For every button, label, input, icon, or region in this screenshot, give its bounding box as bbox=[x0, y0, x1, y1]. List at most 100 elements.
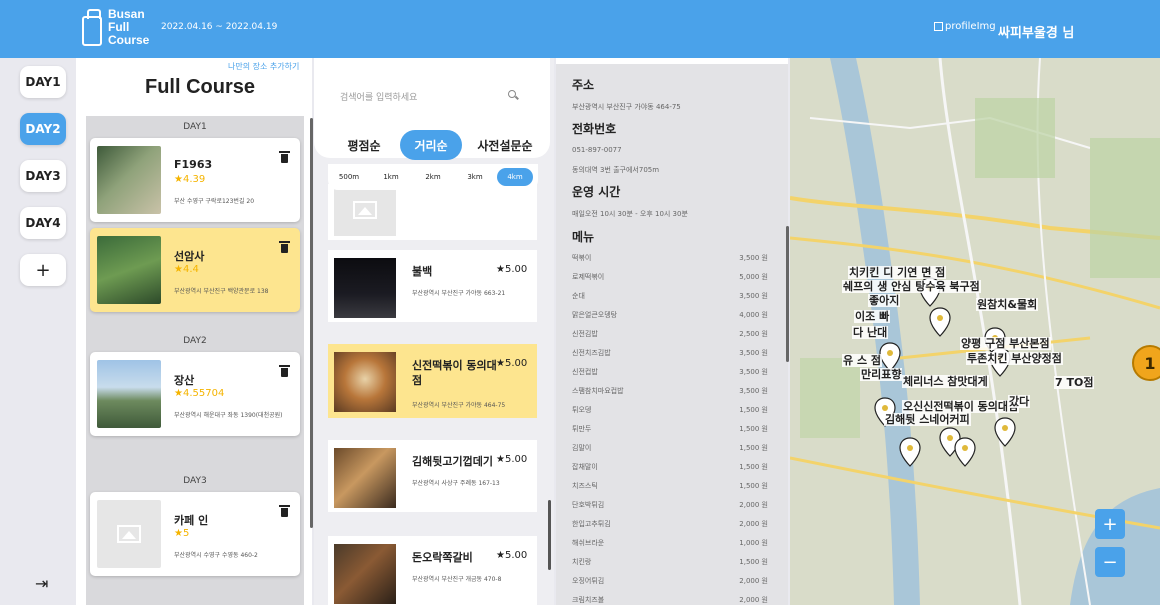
trash-icon[interactable] bbox=[279, 505, 290, 517]
course-place-card[interactable]: 선암사 ★4.4 부산광역시 부산진구 백양관문로 138 bbox=[90, 228, 300, 312]
course-place-card[interactable]: 카페 인 ★5 부산광역시 수영구 수영동 460-2 bbox=[90, 492, 300, 576]
map-poi-label[interactable]: 만리표향 bbox=[860, 368, 903, 381]
course-list[interactable]: DAY1 F1963 ★4.39 부산 수영구 구락로123번길 20 선암사 … bbox=[86, 116, 304, 605]
day-tab-4[interactable]: DAY4 bbox=[20, 207, 66, 239]
result-card[interactable]: 김해뒷고기껍데기 ★5.00 부산광역시 사상구 주례동 167-13 bbox=[328, 440, 537, 512]
result-rating: ★5.00 bbox=[496, 550, 528, 561]
result-address: 부산광역시 부산진구 가야동 464-75 bbox=[412, 402, 506, 409]
add-day-button[interactable]: + bbox=[20, 254, 66, 286]
menu-row: 크림치즈볼 2,000 원 bbox=[572, 595, 768, 605]
map-poi-label[interactable]: 좋아지 bbox=[868, 294, 901, 307]
place-address: 부산광역시 부산진구 백양관문로 138 bbox=[174, 288, 269, 295]
menu-item-name: 단호박튀김 bbox=[572, 501, 605, 509]
course-place-card[interactable]: F1963 ★4.39 부산 수영구 구락로123번길 20 bbox=[90, 138, 300, 222]
menu-item-price: 1,500 원 bbox=[739, 558, 768, 566]
distance-4km[interactable]: 4km bbox=[497, 168, 533, 186]
map-poi-label[interactable]: 다 난대 bbox=[852, 326, 889, 339]
menu-item-name: 신전김밥 bbox=[572, 330, 598, 338]
result-card-selected[interactable]: 신전떡볶이 동의대점 ★5.00 부산광역시 부산진구 가야동 464-75 bbox=[328, 344, 537, 418]
map-poi-label[interactable]: 김해뒷 스네어커피 bbox=[884, 413, 971, 426]
course-scrollbar[interactable] bbox=[310, 118, 313, 528]
menu-item-name: 치킨랑 bbox=[572, 558, 592, 566]
place-name: 장산 bbox=[174, 374, 195, 387]
day-tab-3[interactable]: DAY3 bbox=[20, 160, 66, 192]
search-input[interactable]: 검색어를 입력하세요 bbox=[340, 90, 417, 103]
map-poi-label[interactable]: 원참치&물회 bbox=[976, 298, 1039, 311]
trash-icon[interactable] bbox=[279, 151, 290, 163]
menu-row: 치즈스틱 1,500 원 bbox=[572, 481, 768, 491]
menu-row: 맑은얼큰오뎅탕 4,000 원 bbox=[572, 310, 768, 320]
zoom-in-button[interactable]: + bbox=[1095, 509, 1125, 539]
result-address: 부산광역시 부산진구 개금동 470-8 bbox=[412, 576, 502, 583]
menu-item-price: 1,500 원 bbox=[739, 425, 768, 433]
map-poi-label[interactable]: 이조 빠 bbox=[854, 310, 891, 323]
add-custom-place-link[interactable]: 나만의 장소 추가하기 bbox=[228, 61, 299, 72]
map-poi-label[interactable]: 치키킨 디 기연 면 점 bbox=[848, 266, 947, 279]
result-rating: ★5.00 bbox=[496, 358, 528, 369]
menu-item-name: 튀오뎅 bbox=[572, 406, 592, 414]
detail-scrollbar[interactable] bbox=[786, 226, 789, 362]
trip-dates: 2022.04.16 ~ 2022.04.19 bbox=[161, 22, 278, 32]
app-logo[interactable]: Busan Full Course bbox=[82, 6, 150, 52]
menu-item-name: 신전컵밥 bbox=[572, 368, 598, 376]
result-name: 신전떡볶이 동의대점 bbox=[412, 359, 497, 387]
profile-image[interactable]: profileImg bbox=[934, 21, 996, 32]
result-card[interactable]: 불백 ★5.00 부산광역시 부산진구 가야동 663-21 bbox=[328, 250, 537, 322]
app-header: Busan Full Course 2022.04.16 ~ 2022.04.1… bbox=[0, 0, 1160, 58]
place-address: 부산광역시 수영구 수영동 460-2 bbox=[174, 552, 258, 559]
menu-item-name: 해쉬브라운 bbox=[572, 539, 605, 547]
course-place-card[interactable]: 장산 ★4.55704 부산광역시 해운대구 좌동 1390(대천공원) bbox=[90, 352, 300, 436]
phone-heading: 전화번호 bbox=[572, 122, 617, 136]
trash-icon[interactable] bbox=[279, 365, 290, 377]
menu-item-price: 1,500 원 bbox=[739, 444, 768, 452]
menu-row: 신전치즈김밥 3,500 원 bbox=[572, 348, 768, 358]
detail-address: 부산광역시 부산진구 가야동 464-75 bbox=[572, 103, 681, 111]
map-poi-label[interactable]: 유 스 점 bbox=[842, 354, 883, 367]
map-poi-label[interactable]: 체리너스 참맛대게 bbox=[902, 375, 989, 388]
map-poi-label[interactable]: 7 TO점 bbox=[1054, 376, 1095, 389]
menu-item-name: 크림치즈볼 bbox=[572, 596, 605, 604]
result-card[interactable]: 돈오락쪽갈비 ★5.00 부산광역시 부산진구 개금동 470-8 bbox=[328, 536, 537, 605]
logo-line: Course bbox=[108, 33, 150, 47]
sort-tab-distance[interactable]: 거리순 bbox=[400, 130, 462, 160]
sort-tab-rating[interactable]: 평점순 bbox=[336, 130, 392, 160]
sort-tab-survey[interactable]: 사전설문순 bbox=[470, 130, 540, 160]
map-poi-label[interactable]: 투존치킨 부산양정점 bbox=[966, 352, 1063, 365]
course-title: Full Course bbox=[145, 76, 256, 98]
result-address: 부산광역시 사상구 주례동 167-13 bbox=[412, 480, 500, 487]
search-icon[interactable] bbox=[508, 90, 516, 98]
result-thumbnail bbox=[334, 448, 396, 508]
distance-1km[interactable]: 1km bbox=[376, 168, 406, 186]
menu-item-name: 로제떡볶이 bbox=[572, 273, 605, 281]
logout-icon[interactable]: ⇥ bbox=[35, 574, 48, 593]
map-cluster-badge[interactable]: 1 bbox=[1132, 345, 1160, 381]
menu-item-price: 3,500 원 bbox=[739, 387, 768, 395]
username[interactable]: 싸피부울경 님 bbox=[998, 22, 1074, 41]
map-poi-label[interactable]: 오신신전떡볶이 동의대점 bbox=[902, 400, 1020, 413]
map-poi-label[interactable]: 갔다 bbox=[1008, 395, 1031, 408]
zoom-out-button[interactable]: − bbox=[1095, 547, 1125, 577]
menu-row: 신전컵밥 3,500 원 bbox=[572, 367, 768, 377]
menu-item-name: 튀만두 bbox=[572, 425, 592, 433]
day-tab-2[interactable]: DAY2 bbox=[20, 113, 66, 145]
broken-image-icon bbox=[934, 22, 943, 31]
result-card-partial[interactable] bbox=[328, 184, 537, 240]
search-scrollbar[interactable] bbox=[548, 500, 551, 570]
map-poi-label[interactable]: 양평 구점 부산본점 bbox=[960, 337, 1051, 350]
distance-500m[interactable]: 500m bbox=[334, 168, 364, 186]
menu-row: 순대 3,500 원 bbox=[572, 291, 768, 301]
menu-item-price: 1,000 원 bbox=[739, 539, 768, 547]
map-poi-label[interactable]: 쉐프의 생 안심 탕수육 북구점 bbox=[842, 280, 981, 293]
place-rating: ★5 bbox=[174, 528, 190, 539]
menu-row: 신전김밥 2,500 원 bbox=[572, 329, 768, 339]
address-heading: 주소 bbox=[572, 78, 595, 92]
distance-2km[interactable]: 2km bbox=[418, 168, 448, 186]
menu-item-name: 스팸참치마요컵밥 bbox=[572, 387, 624, 395]
menu-row: 치킨랑 1,500 원 bbox=[572, 557, 768, 567]
trash-icon[interactable] bbox=[279, 241, 290, 253]
detail-top-edge bbox=[556, 58, 788, 64]
day-group-label: DAY2 bbox=[183, 336, 207, 346]
distance-3km[interactable]: 3km bbox=[460, 168, 490, 186]
day-tab-1[interactable]: DAY1 bbox=[20, 66, 66, 98]
detail-phone: 051-897-0077 bbox=[572, 146, 622, 154]
